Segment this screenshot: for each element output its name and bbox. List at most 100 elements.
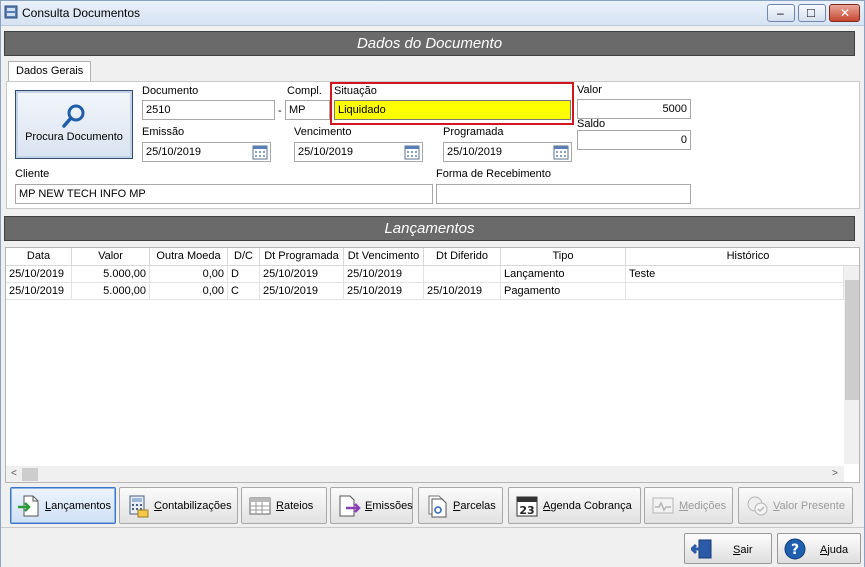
documento-separator: - xyxy=(278,105,282,117)
scroll-right-icon[interactable]: > xyxy=(832,468,838,479)
parcelas-label-rest: arcelas xyxy=(460,500,496,512)
valor-field[interactable]: 5000 xyxy=(577,99,691,119)
saldo-label: Saldo xyxy=(577,118,606,130)
programada-label: Programada xyxy=(443,126,504,138)
contabilizacoes-button[interactable]: Contabilizações xyxy=(119,487,238,524)
forma-recebimento-field[interactable] xyxy=(436,184,691,204)
calendar-icon[interactable] xyxy=(553,144,569,160)
rateios-label-rest: ateios xyxy=(283,500,314,512)
programada-field[interactable]: 25/10/2019 xyxy=(443,142,572,162)
ajuda-label-rest: juda xyxy=(827,544,849,556)
cell-dt-diferido: 25/10/2019 xyxy=(424,283,501,300)
cell-tipo: Lançamento xyxy=(501,266,626,283)
medicoes-label-accel: M xyxy=(679,500,689,512)
maximize-icon: □ xyxy=(807,5,815,20)
app-icon xyxy=(4,5,18,19)
cell-data: 25/10/2019 xyxy=(6,266,72,283)
title-bar: Consulta Documentos – □ ✕ xyxy=(1,1,864,26)
cell-outra-moeda: 0,00 xyxy=(150,266,228,283)
cell-dt-programada: 25/10/2019 xyxy=(260,283,344,300)
calculator-icon xyxy=(129,495,149,518)
calendar-day-icon: 23 xyxy=(516,496,538,517)
contabilizacoes-label-rest: ontabilizações xyxy=(161,500,232,512)
medicoes-button[interactable]: Medições xyxy=(644,487,733,524)
coins-check-icon xyxy=(747,496,768,516)
valor-label: Valor xyxy=(577,84,602,96)
agenda-cobranca-label: Agenda Cobrança xyxy=(543,500,632,512)
cliente-field[interactable]: MP NEW TECH INFO MP xyxy=(15,184,433,204)
chart-monitor-icon xyxy=(652,497,674,514)
cell-dc: D xyxy=(228,266,260,283)
valor-presente-label: Valor Presente xyxy=(773,500,845,512)
cell-tipo: Pagamento xyxy=(501,283,626,300)
saldo-field[interactable]: 0 xyxy=(577,130,691,150)
programada-value: 25/10/2019 xyxy=(447,146,503,158)
col-header-dt-vencimento[interactable]: Dt Vencimento xyxy=(344,248,424,266)
section-header-lancamentos: Lançamentos xyxy=(4,216,855,241)
cell-dt-vencimento: 25/10/2019 xyxy=(344,283,424,300)
lancamentos-button[interactable]: Lançamentos xyxy=(10,487,116,524)
cell-dc: C xyxy=(228,283,260,300)
emissao-value: 25/10/2019 xyxy=(146,146,202,158)
calendar-day-text: 23 xyxy=(519,504,534,517)
cell-valor: 5.000,00 xyxy=(72,283,150,300)
valor-presente-label-rest: alor Presente xyxy=(779,500,845,512)
vencimento-field[interactable]: 25/10/2019 xyxy=(294,142,423,162)
cell-data: 25/10/2019 xyxy=(6,283,72,300)
vencimento-value: 25/10/2019 xyxy=(298,146,354,158)
tab-dados-gerais[interactable]: Dados Gerais xyxy=(8,61,92,82)
window-title: Consulta Documentos xyxy=(22,6,141,20)
maximize-button[interactable]: □ xyxy=(798,4,826,22)
ajuda-button[interactable]: ? Ajuda xyxy=(777,533,861,564)
emissao-field[interactable]: 25/10/2019 xyxy=(142,142,271,162)
contabilizacoes-label: Contabilizações xyxy=(154,500,232,512)
vertical-scroll-thumb[interactable] xyxy=(845,280,859,400)
situacao-field[interactable]: Liquidado xyxy=(334,100,571,120)
lancamentos-grid[interactable]: Data Valor Outra Moeda D/C Dt Programada… xyxy=(5,247,860,483)
vertical-scrollbar[interactable] xyxy=(844,266,859,464)
cell-dt-diferido xyxy=(424,266,501,283)
col-header-tipo[interactable]: Tipo xyxy=(501,248,626,266)
grid-sheet-icon xyxy=(249,497,271,515)
calendar-icon[interactable] xyxy=(404,144,420,160)
col-header-dt-programada[interactable]: Dt Programada xyxy=(260,248,344,266)
help-icon: ? xyxy=(784,538,806,560)
col-header-data[interactable]: Data xyxy=(6,248,72,266)
vencimento-label: Vencimento xyxy=(294,126,352,138)
close-button[interactable]: ✕ xyxy=(829,4,860,22)
procura-documento-button[interactable]: Procura Documento xyxy=(15,90,133,159)
col-header-dc[interactable]: D/C xyxy=(228,248,260,266)
agenda-cobranca-button[interactable]: 23 Agenda Cobrança xyxy=(508,487,641,524)
parcelas-button[interactable]: Parcelas xyxy=(418,487,503,524)
emissoes-button[interactable]: Emissões xyxy=(330,487,413,524)
col-header-dt-diferido[interactable]: Dt Diferido xyxy=(424,248,501,266)
exit-door-icon xyxy=(691,539,712,559)
valor-presente-button[interactable]: Valor Presente xyxy=(738,487,853,524)
compl-label: Compl. xyxy=(287,85,322,97)
cell-outra-moeda: 0,00 xyxy=(150,283,228,300)
calendar-icon[interactable] xyxy=(252,144,268,160)
ajuda-label: Ajuda xyxy=(820,544,848,556)
close-icon: ✕ xyxy=(840,6,851,20)
cell-dt-programada: 25/10/2019 xyxy=(260,266,344,283)
col-header-outra-moeda[interactable]: Outra Moeda xyxy=(150,248,228,266)
document-arrow-icon xyxy=(18,495,39,517)
sair-button[interactable]: Sair xyxy=(684,533,772,564)
col-header-historico[interactable]: Histórico xyxy=(626,248,859,266)
rateios-button[interactable]: Rateios xyxy=(241,487,327,524)
horizontal-scrollbar[interactable]: < > xyxy=(6,466,844,482)
documento-field[interactable]: 2510 xyxy=(142,100,275,120)
cell-historico: Teste xyxy=(626,266,844,283)
documents-stack-icon xyxy=(428,495,447,518)
cell-historico xyxy=(626,283,844,300)
horizontal-scroll-thumb[interactable] xyxy=(22,468,38,481)
col-header-valor[interactable]: Valor xyxy=(72,248,150,266)
compl-field[interactable]: MP xyxy=(285,100,330,120)
scroll-left-icon[interactable]: < xyxy=(11,468,17,479)
magnifier-icon xyxy=(62,104,85,128)
cell-dt-vencimento: 25/10/2019 xyxy=(344,266,424,283)
sair-label: Sair xyxy=(733,544,753,556)
document-export-icon xyxy=(339,495,361,517)
minimize-button[interactable]: – xyxy=(767,4,795,22)
section-header-dados: Dados do Documento xyxy=(4,31,855,56)
